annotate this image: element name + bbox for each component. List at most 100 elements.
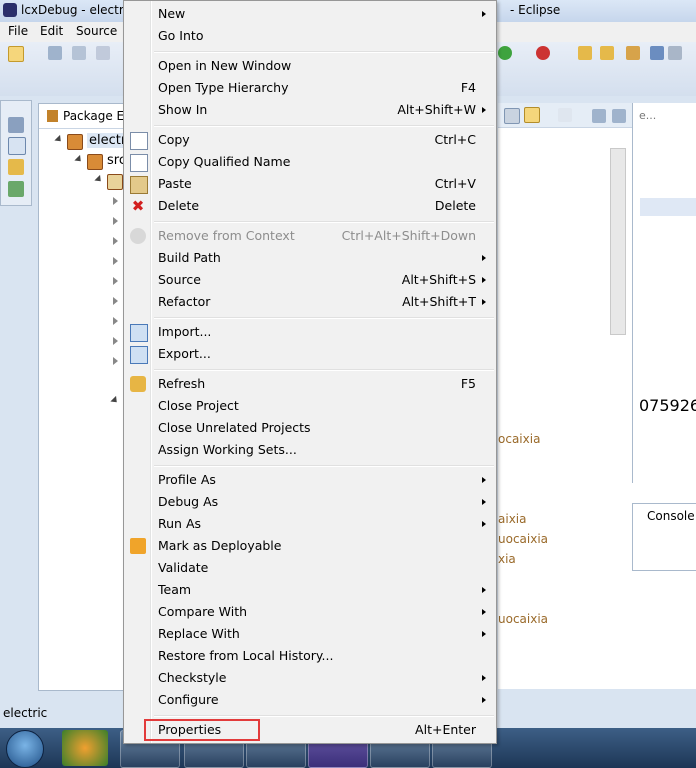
package-icon xyxy=(107,174,123,190)
browser-taskbar-icon[interactable] xyxy=(62,730,108,766)
window-title: lcxDebug - electri xyxy=(21,3,128,17)
menu-file[interactable]: File xyxy=(8,24,28,38)
menu-item-checkstyle[interactable]: Checkstyle xyxy=(124,667,496,689)
menu-item-shortcut: Ctrl+C xyxy=(434,132,476,147)
menu-item-label: Refactor xyxy=(158,294,211,309)
submenu-arrow-icon xyxy=(482,697,486,703)
menu-item-label: Open in New Window xyxy=(158,58,292,73)
menu-item-show-in[interactable]: Show In Alt+Shift+W xyxy=(124,99,496,121)
console-view: Console xyxy=(632,503,696,571)
link-editor-icon[interactable] xyxy=(524,107,540,123)
submenu-arrow-icon xyxy=(482,499,486,505)
maximize-icon[interactable] xyxy=(612,109,626,123)
expand-src-icon[interactable] xyxy=(74,154,84,165)
menu-item-paste[interactable]: Paste Ctrl+V xyxy=(124,173,496,195)
new-icon[interactable] xyxy=(8,46,24,62)
menu-item-new[interactable]: New xyxy=(124,3,496,25)
submenu-arrow-icon xyxy=(482,299,486,305)
console-text: uocaixia xyxy=(498,612,549,626)
menu-separator xyxy=(154,715,494,717)
open-type-icon[interactable] xyxy=(578,46,592,60)
paste-icon xyxy=(130,176,148,194)
menu-item-source[interactable]: Source Alt+Shift+S xyxy=(124,269,496,291)
menu-item-validate[interactable]: Validate xyxy=(124,557,496,579)
external-tools-icon[interactable] xyxy=(536,46,550,60)
menu-item-label: Run As xyxy=(158,516,202,531)
menu-item-refactor[interactable]: Refactor Alt+Shift+T xyxy=(124,291,496,313)
menu-item-label: Close Project xyxy=(158,398,239,413)
menu-item-label: Checkstyle xyxy=(158,670,227,685)
menu-edit[interactable]: Edit xyxy=(40,24,63,38)
save-icon[interactable] xyxy=(48,46,62,60)
copy-icon xyxy=(130,132,148,150)
vertical-scrollbar[interactable] xyxy=(610,148,626,335)
menu-item-shortcut: Ctrl+V xyxy=(434,176,476,191)
tree-collapsed-icon[interactable] xyxy=(113,317,118,325)
tree-collapsed-icon[interactable] xyxy=(113,277,118,285)
menu-item-export[interactable]: Export... xyxy=(124,343,496,365)
menu-item-team[interactable]: Team xyxy=(124,579,496,601)
tree-collapsed-icon[interactable] xyxy=(113,357,118,365)
menu-item-build-path[interactable]: Build Path xyxy=(124,247,496,269)
menu-source[interactable]: Source xyxy=(76,24,117,38)
view-menu-icon[interactable] xyxy=(558,108,572,122)
menu-item-restore-from-local-history[interactable]: Restore from Local History... xyxy=(124,645,496,667)
console-text: aixia xyxy=(498,512,527,526)
save-all-icon[interactable] xyxy=(72,46,86,60)
minimize-icon[interactable] xyxy=(592,109,606,123)
menu-separator xyxy=(154,465,494,467)
start-button-icon[interactable] xyxy=(6,730,44,768)
menu-item-profile-as[interactable]: Profile As xyxy=(124,469,496,491)
menu-item-compare-with[interactable]: Compare With xyxy=(124,601,496,623)
menu-item-label: Close Unrelated Projects xyxy=(158,420,311,435)
console-tab[interactable]: Console xyxy=(647,509,695,523)
package-explorer-icon[interactable] xyxy=(8,137,26,155)
run-icon[interactable] xyxy=(498,46,512,60)
menu-item-label: Debug As xyxy=(158,494,219,509)
hierarchy-icon[interactable] xyxy=(8,181,24,197)
expand-package-icon[interactable] xyxy=(94,174,104,185)
search-icon[interactable] xyxy=(626,46,640,60)
menu-item-replace-with[interactable]: Replace With xyxy=(124,623,496,645)
package-explorer-tab-icon xyxy=(47,110,58,122)
tree-collapsed-icon[interactable] xyxy=(113,337,118,345)
menu-item-label: Restore from Local History... xyxy=(158,648,334,663)
menu-item-go-into[interactable]: Go Into xyxy=(124,25,496,47)
collapse-all-icon[interactable] xyxy=(504,108,520,124)
menu-item-label: Validate xyxy=(158,560,209,575)
tree-collapsed-icon[interactable] xyxy=(113,297,118,305)
menu-item-close-unrelated-projects[interactable]: Close Unrelated Projects xyxy=(124,417,496,439)
menu-item-mark-as-deployable[interactable]: Mark as Deployable xyxy=(124,535,496,557)
nav-back-icon[interactable] xyxy=(650,46,664,60)
menu-item-shortcut: F4 xyxy=(460,80,476,95)
submenu-arrow-icon xyxy=(482,609,486,615)
expand-project-icon[interactable] xyxy=(54,134,64,145)
menu-item-shortcut: Alt+Shift+W xyxy=(397,102,476,117)
menu-item-refresh[interactable]: Refresh F5 xyxy=(124,373,496,395)
open-folder-icon[interactable] xyxy=(600,46,614,60)
tree-expanded-icon[interactable] xyxy=(110,395,120,406)
nav-forward-icon[interactable] xyxy=(668,46,682,60)
menu-item-delete[interactable]: ✖ Delete Delete xyxy=(124,195,496,217)
menu-item-copy[interactable]: Copy Ctrl+C xyxy=(124,129,496,151)
menu-item-run-as[interactable]: Run As xyxy=(124,513,496,535)
menu-item-open-in-new-window[interactable]: Open in New Window xyxy=(124,55,496,77)
navigator-icon[interactable] xyxy=(8,159,24,175)
package-explorer-tab[interactable]: Package Exp xyxy=(39,104,139,129)
tree-collapsed-icon[interactable] xyxy=(113,217,118,225)
menu-item-copy-qualified-name[interactable]: Copy Qualified Name xyxy=(124,151,496,173)
menu-item-debug-as[interactable]: Debug As xyxy=(124,491,496,513)
tree-collapsed-icon[interactable] xyxy=(113,257,118,265)
menu-item-label: Delete xyxy=(158,198,200,213)
print-icon[interactable] xyxy=(96,46,110,60)
submenu-arrow-icon xyxy=(482,477,486,483)
menu-item-assign-working-sets[interactable]: Assign Working Sets... xyxy=(124,439,496,461)
tree-collapsed-icon[interactable] xyxy=(113,237,118,245)
menu-item-import[interactable]: Import... xyxy=(124,321,496,343)
menu-item-close-project[interactable]: Close Project xyxy=(124,395,496,417)
tree-collapsed-icon[interactable] xyxy=(113,197,118,205)
restore-icon[interactable] xyxy=(8,117,24,133)
submenu-arrow-icon xyxy=(482,11,486,17)
menu-item-open-type-hierarchy[interactable]: Open Type Hierarchy F4 xyxy=(124,77,496,99)
menu-item-configure[interactable]: Configure xyxy=(124,689,496,711)
